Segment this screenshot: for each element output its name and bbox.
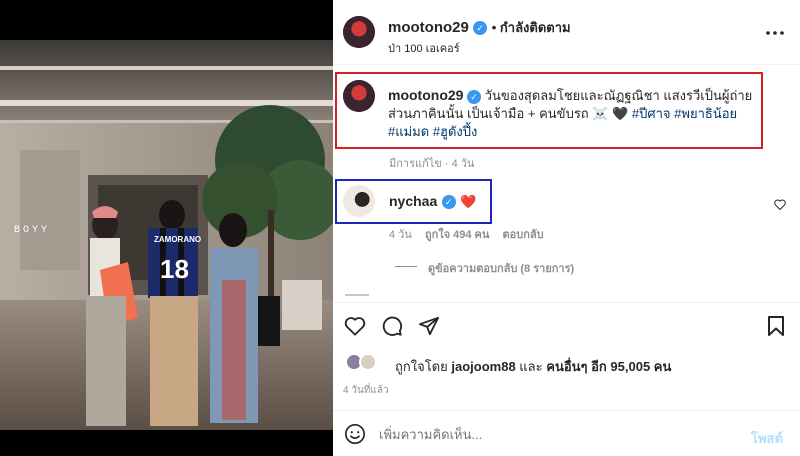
caption-author-username[interactable]: mootono29 xyxy=(388,87,463,103)
send-icon[interactable] xyxy=(417,314,441,338)
composer-divider xyxy=(333,410,800,411)
view-replies-button[interactable]: ดูข้อความตอบกลับ (8 รายการ) xyxy=(428,259,574,277)
verified-icon: ✓ xyxy=(473,20,488,35)
jersey-number: 18 xyxy=(160,254,189,284)
post-photo[interactable]: BOYY ZAMORANO 18 xyxy=(0,0,333,456)
comment-reply-button[interactable]: ตอบกลับ xyxy=(502,229,543,241)
next-comment-stub xyxy=(345,294,369,296)
caption: mootono29 ✓ วันของสุดลมโชยและณัฏฐณิชา แส… xyxy=(388,86,758,141)
post-comment-button[interactable]: โพสต์ xyxy=(751,428,783,449)
header-divider xyxy=(333,64,800,65)
author-username[interactable]: mootono29 xyxy=(388,19,469,36)
comment-text: ❤️ xyxy=(460,194,477,209)
hashtag-link[interactable]: #ปีศาจ xyxy=(632,106,671,121)
commenter-username[interactable]: nychaa xyxy=(389,193,437,209)
liker-username[interactable]: jaojoom88 xyxy=(451,359,515,374)
post-location[interactable]: ป่า 100 เอเคอร์ xyxy=(388,39,460,57)
likes-summary: ถูกใจโดย jaojoom88 และ คนอื่นๆ อีก 95,00… xyxy=(395,356,671,377)
comment-input[interactable] xyxy=(379,423,719,445)
author-avatar[interactable] xyxy=(343,16,375,48)
replies-line xyxy=(395,266,417,267)
likes-prefix: ถูกใจโดย xyxy=(395,359,448,374)
more-horizontal-icon[interactable] xyxy=(763,25,787,41)
comment-likes-count[interactable]: ถูกใจ 494 คน xyxy=(425,229,489,241)
hashtag-link[interactable]: #พยาธิน้อย xyxy=(674,106,737,121)
comment: nychaa ✓ ❤️ xyxy=(389,193,476,211)
emoji-icon[interactable] xyxy=(343,422,367,446)
comment-meta: 4 วัน ถูกใจ 494 คน ตอบกลับ xyxy=(389,225,544,243)
heart-icon[interactable] xyxy=(343,314,367,338)
comment-like-heart-icon[interactable] xyxy=(773,197,787,211)
liker-avatar[interactable] xyxy=(359,353,377,371)
commenter-avatar[interactable] xyxy=(343,185,375,217)
caption-author-avatar[interactable] xyxy=(343,80,375,112)
likes-others-link[interactable]: คนอื่นๆ อีก 95,005 คน xyxy=(546,359,671,374)
comment-icon[interactable] xyxy=(380,314,404,338)
post-time[interactable]: 4 วันที่แล้ว xyxy=(343,383,389,398)
caption-edited-meta: มีการแก้ไข · 4 วัน xyxy=(389,158,475,170)
verified-icon: ✓ xyxy=(441,194,456,209)
post-header: mootono29 ✓ • กำลังติดตาม ป่า 100 เอเคอร… xyxy=(333,0,800,64)
hashtag-link[interactable]: #ฮูดังปึ้ง xyxy=(433,124,478,139)
verified-icon: ✓ xyxy=(467,89,482,104)
post-side-panel: mootono29 ✓ • กำลังติดตาม ป่า 100 เอเคอร… xyxy=(333,0,800,456)
hashtag-link[interactable]: #แม่มด xyxy=(388,124,429,139)
photo-scene: BOYY ZAMORANO 18 xyxy=(0,0,333,456)
follow-status[interactable]: • กำลังติดตาม xyxy=(492,20,571,35)
photo-watermark-text: BOYY xyxy=(14,225,50,236)
actions-divider xyxy=(333,302,800,303)
bookmark-icon[interactable] xyxy=(765,314,787,338)
likes-middle: และ xyxy=(519,359,543,374)
jersey-name: ZAMORANO xyxy=(154,235,201,244)
comment-time: 4 วัน xyxy=(389,229,412,241)
